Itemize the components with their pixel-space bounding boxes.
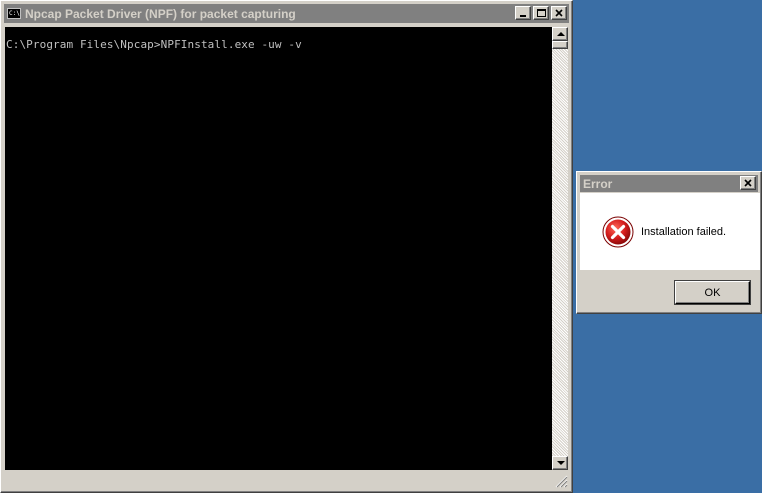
close-button[interactable] — [551, 6, 567, 20]
scroll-down-button[interactable] — [552, 456, 568, 470]
cmd-window-icon[interactable]: C:\ — [7, 8, 21, 19]
dialog-message-area: Installation failed. — [580, 193, 760, 270]
window-controls — [513, 6, 567, 20]
console-command-line: C:\Program Files\Npcap>NPFInstall.exe -u… — [6, 38, 302, 51]
maximize-button[interactable] — [533, 6, 549, 20]
scroll-thumb[interactable] — [552, 41, 568, 49]
close-icon — [744, 179, 752, 187]
error-message: Installation failed. — [641, 226, 726, 238]
error-dialog[interactable]: Error Installation failed. OK — [576, 171, 762, 314]
console-title: Npcap Packet Driver (NPF) for packet cap… — [25, 6, 296, 21]
console-title-bar[interactable]: C:\ Npcap Packet Driver (NPF) for packet… — [4, 4, 569, 23]
dialog-close-button[interactable] — [740, 176, 756, 190]
maximize-icon — [537, 9, 546, 17]
console-output-area[interactable]: C:\Program Files\Npcap>NPFInstall.exe -u… — [5, 27, 552, 470]
ok-button[interactable]: OK — [675, 281, 750, 304]
console-window[interactable]: C:\ Npcap Packet Driver (NPF) for packet… — [0, 0, 573, 493]
dialog-title-bar[interactable]: Error — [580, 175, 758, 192]
close-icon — [555, 9, 563, 17]
cmd-icon-text: C:\ — [9, 10, 20, 17]
dialog-controls — [738, 176, 756, 190]
error-x-icon — [602, 216, 634, 248]
dialog-title: Error — [583, 176, 613, 191]
window-bottom-border — [5, 470, 568, 488]
vertical-scrollbar[interactable] — [552, 27, 568, 470]
minimize-button[interactable] — [515, 6, 531, 20]
arrow-up-icon — [557, 32, 565, 36]
arrow-down-icon — [557, 461, 565, 465]
minimize-icon — [520, 15, 526, 17]
scroll-up-button[interactable] — [552, 27, 568, 41]
resize-grip-icon[interactable] — [552, 472, 568, 488]
